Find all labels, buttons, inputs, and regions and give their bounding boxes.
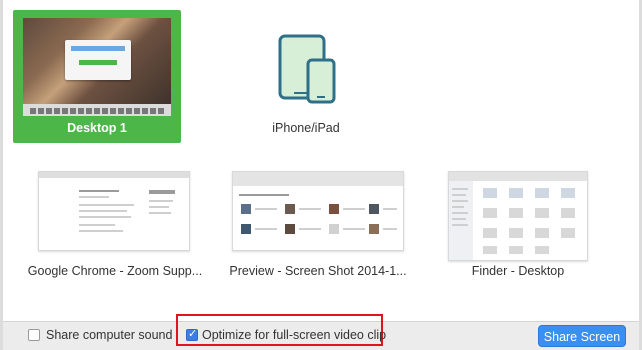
share-computer-sound-checkbox[interactable] bbox=[28, 329, 40, 341]
share-option-iphone-ipad[interactable]: iPhone/iPad bbox=[246, 20, 366, 150]
chrome-window-label: Google Chrome - Zoom Supp... bbox=[27, 264, 203, 278]
window-left-edge bbox=[0, 0, 3, 350]
desktop-dialog-preview bbox=[65, 40, 131, 80]
desktop-1-label: Desktop 1 bbox=[67, 121, 127, 135]
share-computer-sound-option[interactable]: Share computer sound bbox=[28, 322, 178, 350]
finder-window-label: Finder - Desktop bbox=[471, 264, 565, 278]
share-screen-button[interactable]: Share Screen bbox=[538, 325, 626, 347]
preview-window-thumbnail bbox=[232, 171, 404, 251]
share-option-preview[interactable]: Preview - Screen Shot 2014-1... bbox=[218, 163, 418, 283]
share-computer-sound-label: Share computer sound bbox=[46, 328, 173, 342]
share-option-google-chrome[interactable]: Google Chrome - Zoom Supp... bbox=[20, 163, 210, 283]
share-option-finder[interactable]: Finder - Desktop bbox=[430, 163, 606, 283]
chrome-window-thumbnail bbox=[38, 171, 190, 251]
share-option-desktop-1[interactable]: Desktop 1 bbox=[13, 10, 181, 143]
iphone-ipad-label: iPhone/iPad bbox=[272, 121, 340, 135]
iphone-ipad-icon bbox=[278, 34, 336, 104]
optimize-video-option-highlight[interactable]: Optimize for full-screen video clip bbox=[176, 314, 387, 346]
optimize-video-checkbox[interactable] bbox=[186, 327, 198, 341]
bottom-options-bar: Share computer sound Optimize for full-s… bbox=[3, 314, 639, 350]
optimize-video-label: Optimize for full-screen video clip bbox=[202, 328, 387, 342]
preview-window-label: Preview - Screen Shot 2014-1... bbox=[229, 264, 407, 278]
desktop-dock-preview bbox=[23, 104, 171, 116]
finder-window-thumbnail bbox=[448, 171, 588, 261]
desktop-thumbnail bbox=[23, 18, 171, 116]
